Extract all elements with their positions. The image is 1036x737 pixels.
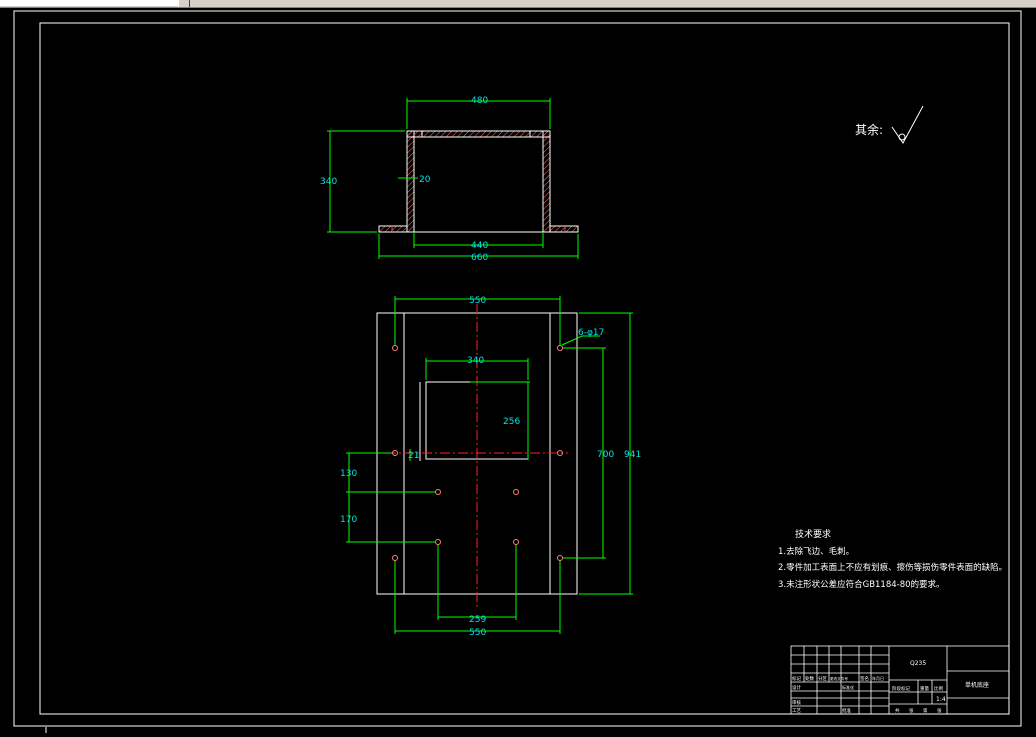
title-row-label-2: 处数 [805,675,814,682]
title-scale: 1:4 [936,696,946,703]
plan-dim-550-top: 550 [469,296,486,306]
bolt-hole-icon [435,539,441,545]
bolt-hole-icon [557,345,563,351]
plan-dim-256: 256 [503,417,520,427]
plan-dim-700: 700 [597,450,614,460]
title-review-label: 审核 [792,699,801,706]
front-view-dimensions [327,98,579,259]
plan-dim-130: 130 [340,469,357,479]
title-row-label-1: 标记 [792,675,801,682]
front-dim-660: 660 [471,253,488,263]
front-view [378,130,579,233]
title-row-label-3: 分区 [818,675,827,682]
plan-dim-170: 170 [340,515,357,525]
front-dim-440: 440 [471,241,488,251]
top-toolbar [0,0,1036,8]
title-sheet-3: 第 [923,707,928,714]
title-stage-label: 阶段标记 [892,685,910,692]
title-row-label-5: 签名 [860,675,869,682]
tech-requirements: 技术要求 1.去除飞边、毛刺。 2.零件加工表面上不应有划痕、擦伤等损伤零件表面… [778,528,1007,590]
plan-dim-259: 259 [469,615,486,625]
tech-req-item-1: 1.去除飞边、毛刺。 [778,546,854,557]
title-approve-label: 批准 [842,707,851,714]
cad-drawing-canvas[interactable]: 其余: 480 340 20 440 660 550 340 256 6-φ17… [0,8,1036,733]
bolt-hole-icon [557,555,563,561]
bolt-hole-icon [435,489,441,495]
command-input[interactable] [0,0,179,6]
title-row-label-4: 更改文件号 [830,676,848,681]
dropdown-arrow-icon[interactable] [178,0,190,7]
plan-view-dimensions [346,296,633,634]
bolt-hole-icon [392,555,398,561]
title-process-label: 工艺 [792,708,801,714]
plan-dim-hole-callout: 6-φ17 [578,328,604,338]
outer-frame [13,10,1022,727]
title-standardize-label: 标准化 [842,684,854,690]
roughness-symbol-icon [891,105,924,144]
title-material: Q235 [910,660,926,667]
title-part-name: 单机底座 [965,681,989,689]
title-design-label: 设计 [792,684,801,691]
title-scale-label: 比例 [934,685,943,692]
bolt-hole-icon [392,345,398,351]
tech-req-item-2: 2.零件加工表面上不应有划痕、擦伤等损伤零件表面的缺陷。 [778,562,1007,573]
front-dim-20: 20 [419,175,431,185]
title-sheet-4: 张 [937,707,942,714]
title-sheet-2: 张 [909,707,914,714]
title-row-label-6: 年月日 [872,675,884,681]
plan-dim-550-bottom: 550 [469,628,486,638]
bolt-hole-icon [513,489,519,495]
title-sheet-1: 共 [895,707,900,714]
tech-req-title: 技术要求 [795,528,831,540]
title-weight-label: 重量 [920,685,929,692]
bolt-hole-icon [513,539,519,545]
front-dim-340: 340 [320,177,337,187]
plan-dim-340: 340 [467,356,484,366]
roughness-label: 其余: [855,122,883,137]
front-dim-480: 480 [471,96,488,106]
plan-dim-21: 21 [408,451,419,461]
tech-req-item-3: 3.未注形状公差应符合GB1184-80的要求。 [778,579,945,590]
plan-dim-941: 941 [624,450,641,460]
